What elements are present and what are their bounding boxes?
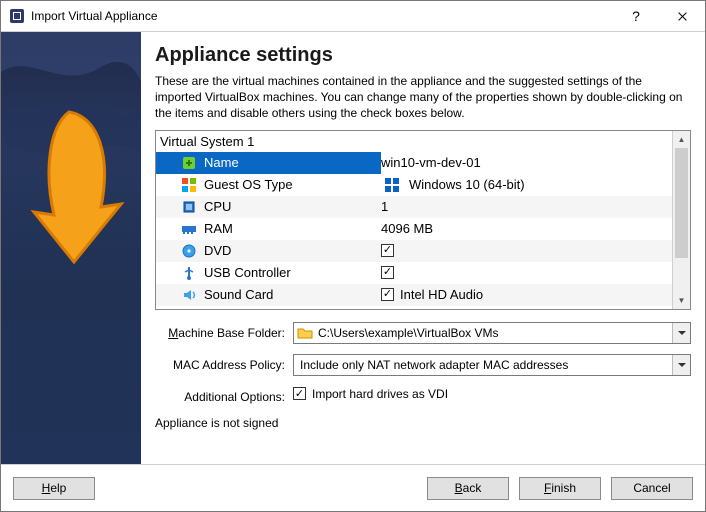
page-title: Appliance settings (155, 44, 691, 67)
row-sound-checkbox[interactable]: ✓ (381, 288, 394, 301)
base-folder-dropdown-button[interactable] (672, 323, 690, 343)
windows-icon (381, 177, 403, 193)
sidebar-arrow-art (1, 32, 141, 464)
caret-down-icon (678, 363, 686, 367)
titlebar: Import Virtual Appliance ? (1, 1, 705, 32)
row-sound-label: Sound Card (204, 287, 273, 302)
row-ram-label: RAM (204, 221, 233, 236)
vdi-label: Import hard drives as VDI (312, 387, 448, 401)
row-cpu[interactable]: CPU 1 (156, 196, 672, 218)
sound-icon (178, 287, 200, 303)
vdi-checkbox[interactable]: ✓ (293, 387, 306, 400)
row-cpu-value: 1 (381, 199, 388, 214)
row-name[interactable]: Name win10-vm-dev-01 (156, 152, 672, 174)
mac-policy-value: Include only NAT network adapter MAC add… (294, 358, 672, 372)
ram-icon (178, 221, 200, 237)
dialog-window: Import Virtual Appliance ? Applian (0, 0, 706, 512)
system-group-label[interactable]: Virtual System 1 (156, 131, 672, 152)
mac-policy-combo[interactable]: Include only NAT network adapter MAC add… (293, 354, 691, 376)
base-folder-label: Machine Base Folder: (155, 326, 293, 340)
scroll-track[interactable] (673, 148, 690, 292)
row-sound[interactable]: Sound Card ✓ Intel HD Audio (156, 284, 672, 306)
row-usb[interactable]: USB Controller ✓ (156, 262, 672, 284)
scroll-thumb[interactable] (675, 148, 688, 258)
signature-status: Appliance is not signed (155, 416, 691, 430)
mac-policy-dropdown-button[interactable] (672, 355, 690, 375)
help-titlebar-button[interactable]: ? (613, 1, 659, 31)
usb-icon (178, 265, 200, 281)
os-label-icon (178, 177, 200, 193)
row-usb-label: USB Controller (204, 265, 291, 280)
mac-policy-label: MAC Address Policy: (155, 358, 293, 372)
dvd-icon (178, 243, 200, 259)
row-os[interactable]: Guest OS Type Windows 10 (64-bit) (156, 174, 672, 196)
row-dvd-label: DVD (204, 243, 231, 258)
row-dvd[interactable]: DVD ✓ (156, 240, 672, 262)
row-cpu-label: CPU (204, 199, 231, 214)
row-ram[interactable]: RAM 4096 MB (156, 218, 672, 240)
base-folder-input[interactable]: C:\Users\example\VirtualBox VMs (293, 322, 691, 344)
help-button[interactable]: Help (13, 477, 95, 500)
app-icon (9, 8, 25, 24)
cpu-icon (178, 199, 200, 215)
additional-options-label: Additional Options: (155, 390, 293, 404)
row-dvd-checkbox[interactable]: ✓ (381, 244, 394, 257)
wizard-sidebar (1, 32, 141, 464)
row-ram-value: 4096 MB (381, 221, 433, 236)
question-icon: ? (632, 8, 640, 24)
caret-down-icon (678, 331, 686, 335)
close-icon (677, 11, 688, 22)
window-title: Import Virtual Appliance (31, 9, 158, 23)
scroll-up-button[interactable]: ▲ (673, 131, 690, 148)
back-button[interactable]: Back (427, 477, 509, 500)
close-button[interactable] (659, 1, 705, 31)
folder-icon (294, 326, 316, 340)
row-name-value: win10-vm-dev-01 (381, 155, 481, 170)
row-sound-value: Intel HD Audio (400, 287, 483, 302)
row-name-label: Name (204, 155, 239, 170)
table-scrollbar[interactable]: ▲ ▼ (672, 131, 690, 309)
row-usb-checkbox[interactable]: ✓ (381, 266, 394, 279)
cancel-button[interactable]: Cancel (611, 477, 693, 500)
base-folder-value: C:\Users\example\VirtualBox VMs (316, 326, 672, 340)
appliance-table: Virtual System 1 Name win10-vm-dev-01 (155, 130, 691, 310)
row-os-value: Windows 10 (64-bit) (409, 177, 525, 192)
row-os-label: Guest OS Type (204, 177, 293, 192)
footer: Help Back Finish Cancel (1, 464, 705, 511)
intro-text: These are the virtual machines contained… (155, 73, 691, 122)
scroll-down-button[interactable]: ▼ (673, 292, 690, 309)
finish-button[interactable]: Finish (519, 477, 601, 500)
name-icon (178, 155, 200, 171)
